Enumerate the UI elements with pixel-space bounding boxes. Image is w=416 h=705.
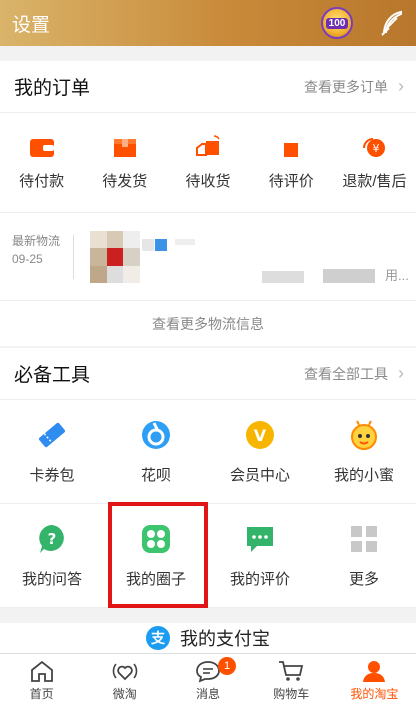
tool-label: 我的圈子 — [125, 571, 186, 588]
tab-cart[interactable]: 购物车 — [250, 654, 333, 705]
order-label: 待评价 — [268, 172, 314, 190]
svg-text:V: V — [254, 426, 267, 445]
tool-assistant[interactable]: 我的小蜜 — [312, 400, 416, 503]
logistics-date: 09-25 — [12, 252, 43, 266]
tool-more[interactable]: 更多 — [312, 504, 416, 607]
order-to-ship[interactable]: 待发货 — [83, 113, 166, 212]
tool-label: 我的评价 — [229, 571, 290, 588]
bee-icon — [351, 420, 377, 450]
alipay-logo-icon: 支 — [146, 626, 170, 650]
circle-group-icon — [142, 525, 170, 553]
user-icon — [363, 661, 386, 682]
message-count-badge: 1 — [218, 657, 236, 675]
tab-label: 微淘 — [112, 687, 137, 701]
top-header: 设置 100 — [0, 0, 416, 46]
tab-my-taobao[interactable]: 我的淘宝 — [333, 654, 416, 705]
tool-label: 我的问答 — [21, 571, 82, 588]
order-to-review[interactable]: 待评价 — [250, 113, 333, 212]
huabei-icon — [142, 421, 170, 449]
tool-vip-center[interactable]: V 会员中心 — [208, 400, 312, 503]
points-badge-value: 100 — [325, 17, 349, 29]
tools-title: 必备工具 — [14, 365, 91, 386]
home-icon — [30, 660, 53, 682]
order-label: 退款/售后 — [342, 172, 407, 190]
tool-coupons[interactable]: 卡券包 — [0, 400, 104, 503]
order-refund[interactable]: ¥ 退款/售后 — [333, 113, 416, 212]
blurred-text — [262, 271, 304, 283]
tab-messages[interactable]: 消息 1 — [166, 654, 249, 705]
tools-card: 必备工具 查看全部工具 › 卡券包 花呗 V 会员中心 我的小蜜 ? 我的问答 — [0, 348, 416, 608]
heart-signal-icon — [112, 663, 138, 681]
chevron-right-icon: › — [398, 363, 404, 383]
chevron-right-icon: › — [398, 76, 404, 96]
order-label: 待发货 — [102, 172, 148, 190]
cart-icon — [279, 661, 304, 681]
tool-my-circle[interactable]: 我的圈子 — [104, 504, 208, 607]
view-all-tools-link[interactable]: 查看全部工具 › — [304, 363, 404, 384]
blurred-text — [175, 239, 195, 245]
logistics-tail-text: 用... — [385, 268, 409, 283]
grid-more-icon — [351, 526, 377, 552]
view-more-orders-label: 查看更多订单 — [304, 78, 388, 95]
tab-home[interactable]: 首页 — [0, 654, 83, 705]
tool-my-reviews[interactable]: 我的评价 — [208, 504, 312, 607]
alipay-section[interactable]: 支 我的支付宝 — [0, 623, 416, 653]
view-more-orders-link[interactable]: 查看更多订单 › — [304, 76, 404, 97]
tool-label: 花呗 — [140, 467, 171, 484]
wallet-icon — [29, 138, 54, 157]
tab-weitao[interactable]: 微淘 — [83, 654, 166, 705]
blurred-text — [323, 269, 375, 283]
page-title: 设置 — [12, 14, 51, 36]
tool-label: 我的小蜜 — [333, 467, 394, 484]
logistics-label: 最新物流 09-25 — [12, 232, 60, 268]
question-icon: ? — [39, 525, 64, 553]
tool-my-qa[interactable]: ? 我的问答 — [0, 504, 104, 607]
tool-label: 更多 — [348, 571, 379, 588]
order-status-row: 待付款 待发货 待收货 待评价 ¥ 退款/售后 — [0, 113, 416, 213]
order-to-receive[interactable]: 待收货 — [166, 113, 249, 212]
feather-brush-icon[interactable] — [377, 8, 407, 38]
bottom-tab-bar: 首页 微淘 消息 1 购物车 我的淘宝 — [0, 653, 416, 705]
tab-label: 首页 — [29, 687, 54, 701]
svg-text:?: ? — [48, 530, 57, 548]
blurred-text — [155, 239, 167, 251]
order-label: 待收货 — [185, 172, 231, 190]
tab-label: 购物车 — [273, 687, 310, 701]
tab-label: 我的淘宝 — [350, 687, 399, 701]
tools-header: 必备工具 查看全部工具 › — [0, 348, 416, 400]
svg-text:¥: ¥ — [373, 142, 380, 155]
order-pending-payment[interactable]: 待付款 — [0, 113, 83, 212]
vip-icon: V — [246, 421, 274, 449]
truck-icon — [196, 134, 220, 156]
blurred-text — [142, 239, 154, 251]
comment-icon — [284, 142, 299, 157]
refund-icon: ¥ — [363, 137, 386, 157]
tool-label: 卡券包 — [29, 467, 75, 484]
tools-row-1: 卡券包 花呗 V 会员中心 我的小蜜 — [0, 400, 416, 504]
orders-card: 我的订单 查看更多订单 › 待付款 待发货 待收货 待评价 ¥ 退款/售后 最新… — [0, 61, 416, 346]
view-more-logistics-link[interactable]: 查看更多物流信息 — [0, 301, 416, 346]
tool-label: 会员中心 — [229, 467, 290, 484]
logistics-title: 最新物流 — [12, 234, 61, 248]
view-all-tools-label: 查看全部工具 — [304, 365, 388, 382]
alipay-title: 我的支付宝 — [180, 629, 270, 649]
tools-row-2: ? 我的问答 我的圈子 我的评价 更多 — [0, 504, 416, 608]
orders-title: 我的订单 — [14, 78, 91, 99]
logistics-divider — [73, 235, 74, 279]
orders-header: 我的订单 查看更多订单 › — [0, 61, 416, 113]
order-label: 待付款 — [19, 172, 65, 190]
logistics-product-thumbnail — [90, 231, 140, 283]
points-badge-icon[interactable]: 100 — [321, 7, 353, 39]
latest-logistics[interactable]: 最新物流 09-25 用... — [0, 213, 416, 301]
review-chat-icon — [247, 527, 273, 552]
box-icon — [113, 138, 136, 157]
tool-huabei[interactable]: 花呗 — [104, 400, 208, 503]
ticket-icon — [39, 422, 65, 448]
tab-label: 消息 — [196, 687, 221, 701]
